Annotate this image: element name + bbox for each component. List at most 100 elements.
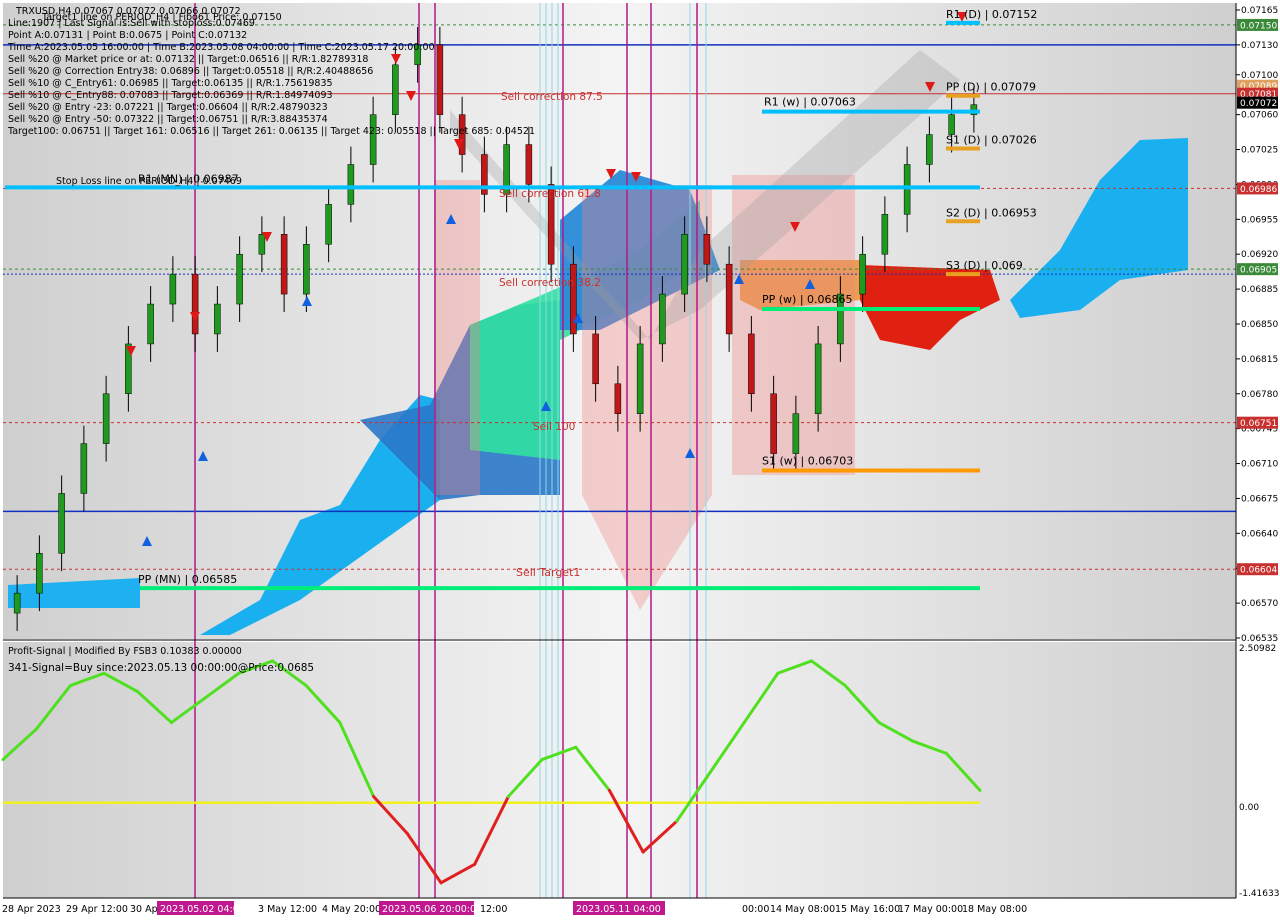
indicator-signal-text: 341-Signal=Buy since:2023.05.13 00:00:00… bbox=[8, 662, 314, 674]
chart-canvas: R1 (D) | 0.07152 PP (D) | 0.07079 R1 (w) |… bbox=[1, 3, 1279, 915]
trading-chart: R1 (D) | 0.07152 PP (D) | 0.07079 R1 (w) |… bbox=[0, 0, 1280, 920]
price-tick-label: 0.06570 bbox=[1241, 599, 1278, 609]
candle-body bbox=[636, 343, 644, 414]
target-line-label: Target1 line on PERIOD_H4 | Fibo61 Price… bbox=[41, 12, 282, 23]
candle-body bbox=[814, 343, 822, 414]
time-label: 29 Apr 12:00 bbox=[66, 904, 128, 915]
candle-body bbox=[102, 393, 110, 444]
indicator-axis-tick: 0.00 bbox=[1239, 803, 1259, 813]
candle-body bbox=[525, 144, 533, 185]
time-label: 28 Apr 2023 bbox=[2, 904, 61, 915]
pivot-label: PP (D) | 0.07079 bbox=[946, 81, 1036, 94]
info-line: Sell %10 @ C_Entry88: 0.07083 || Target:… bbox=[8, 90, 333, 101]
price-badge-label: 0.07072 bbox=[1240, 99, 1277, 109]
indicator-axis-tick: -1.41633 bbox=[1239, 889, 1279, 899]
price-tick-label: 0.06535 bbox=[1241, 634, 1278, 644]
info-line: Point A:0.07131 | Point B:0.0675 | Point… bbox=[8, 30, 247, 41]
time-label: 17 May 00:00 bbox=[898, 904, 963, 915]
indicator-title: Profit-Signal | Modified By FSB3 0.10383… bbox=[8, 646, 242, 657]
candle-body bbox=[659, 293, 666, 345]
candle-body bbox=[703, 234, 711, 265]
candle-body bbox=[58, 493, 65, 554]
pivot-label: PP (MN) | 0.06585 bbox=[138, 573, 237, 586]
candle-body bbox=[236, 253, 243, 305]
pivot-label: R1 (D) | 0.07152 bbox=[946, 8, 1037, 21]
candle-body bbox=[859, 253, 866, 295]
price-badge-label: 0.06751 bbox=[1240, 419, 1277, 429]
price-tick-label: 0.07130 bbox=[1241, 41, 1278, 51]
time-label: 15 May 16:00 bbox=[835, 904, 900, 915]
candle-body bbox=[280, 234, 288, 295]
candle-body bbox=[147, 303, 154, 345]
time-label: 3 May 12:00 bbox=[258, 904, 317, 915]
info-line: Time A:2023.05.05 16:00:00 | Time B:2023… bbox=[7, 42, 435, 53]
info-line: Sell %10 @ C_Entry61: 0.06985 || Target:… bbox=[8, 78, 333, 89]
fib-zone bbox=[434, 180, 480, 495]
price-badge-label: 0.06604 bbox=[1240, 566, 1277, 576]
candle-body bbox=[570, 263, 577, 335]
price-tick-label: 0.06780 bbox=[1241, 390, 1278, 400]
fib-label: Sell 100 bbox=[533, 421, 575, 433]
stop-loss-label: Stop Loss line on PERIOD_H4 | 0.07469 bbox=[56, 176, 242, 187]
candle-body bbox=[748, 333, 755, 395]
info-line: Sell %20 @ Correction Entry38: 0.06896 |… bbox=[8, 66, 373, 77]
fib-label: Sell Target1 bbox=[516, 566, 580, 579]
candle-body bbox=[36, 553, 43, 594]
candle-body bbox=[725, 263, 733, 335]
price-badge-label: 0.06905 bbox=[1240, 266, 1277, 276]
candle-body bbox=[770, 393, 777, 454]
time-label: 18 May 08:00 bbox=[962, 904, 1027, 915]
candle-body bbox=[169, 273, 177, 305]
candle-body bbox=[792, 413, 800, 454]
candle-body bbox=[191, 273, 199, 335]
candle-body bbox=[614, 383, 622, 414]
info-line: Sell %20 @ Entry -23: 0.07221 || Target:… bbox=[8, 102, 328, 113]
pivot-label: PP (w) | 0.06865 bbox=[762, 293, 853, 306]
pivot-label: S1 (w) | 0.06703 bbox=[762, 455, 853, 468]
price-tick-label: 0.06920 bbox=[1241, 250, 1278, 260]
indicator-axis-tick: 2.50982 bbox=[1239, 644, 1276, 654]
price-tick-label: 0.07100 bbox=[1241, 71, 1278, 81]
candle-body bbox=[369, 114, 377, 165]
candle-body bbox=[592, 333, 599, 385]
candle-body bbox=[392, 64, 399, 115]
price-badge-label: 0.07150 bbox=[1240, 21, 1277, 31]
candle-body bbox=[681, 234, 688, 295]
price-tick-label: 0.06955 bbox=[1241, 215, 1278, 225]
candle-body bbox=[258, 234, 266, 255]
candle-body bbox=[325, 204, 332, 245]
pivot-label: S3 (D) | 0.069 bbox=[946, 259, 1023, 272]
candle-body bbox=[303, 243, 310, 295]
time-label: 14 May 08:00 bbox=[770, 904, 835, 915]
info-line: Sell %20 @ Market price or at: 0.07132 |… bbox=[8, 54, 368, 65]
indicator-panel-bg bbox=[3, 642, 1236, 898]
fib-label: Sell correction 61.8 bbox=[499, 188, 601, 200]
candle-body bbox=[948, 114, 955, 135]
price-tick-label: 0.07060 bbox=[1241, 111, 1278, 121]
candle-body bbox=[214, 303, 221, 335]
price-tick-label: 0.06675 bbox=[1241, 494, 1278, 504]
candle-body bbox=[926, 134, 933, 165]
price-tick-label: 0.07025 bbox=[1241, 146, 1278, 156]
fib-label: Sell correction 87.5 bbox=[501, 91, 603, 103]
info-line: Target100: 0.06751 || Target 161: 0.0651… bbox=[7, 126, 535, 137]
time-label: 00:00 bbox=[742, 904, 769, 915]
candle-body bbox=[80, 443, 88, 494]
info-line: Sell %20 @ Entry -50: 0.07322 || Target:… bbox=[8, 114, 328, 125]
fib-label: Sell correction 38.2 bbox=[499, 277, 601, 289]
price-tick-label: 0.06885 bbox=[1241, 285, 1278, 295]
price-tick-label: 0.06815 bbox=[1241, 355, 1278, 365]
time-highlight-label: 2023.05.11 04:00 bbox=[576, 904, 661, 915]
time-highlight-label: 2023.05.06 20:00:00 bbox=[382, 904, 482, 915]
price-tick-label: 0.06850 bbox=[1241, 320, 1278, 330]
time-label: 30 Apr bbox=[130, 904, 162, 915]
candle-body bbox=[436, 44, 444, 115]
pivot-label: S2 (D) | 0.06953 bbox=[946, 206, 1037, 219]
time-axis: 28 Apr 2023 29 Apr 12:00 30 Apr 3 May 12:00… bbox=[2, 901, 1027, 915]
pivot-label: S1 (D) | 0.07026 bbox=[946, 134, 1037, 147]
candle-body bbox=[881, 214, 889, 255]
price-tick-label: 0.07165 bbox=[1241, 6, 1278, 16]
candle-body bbox=[347, 164, 355, 205]
price-badge-label: 0.06986 bbox=[1240, 185, 1277, 195]
time-label: 12:00 bbox=[480, 904, 507, 915]
